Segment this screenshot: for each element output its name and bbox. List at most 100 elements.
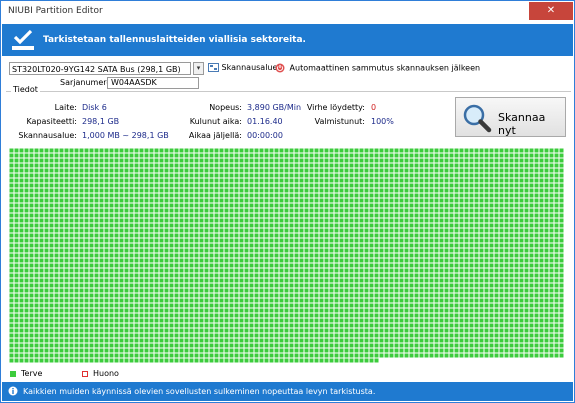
sector-cell xyxy=(339,278,344,283)
sector-cell xyxy=(449,223,454,228)
sector-cell xyxy=(104,218,109,223)
sector-cell xyxy=(534,233,539,238)
sector-cell xyxy=(259,223,264,228)
sector-cell xyxy=(514,293,519,298)
sector-cell xyxy=(309,268,314,273)
sector-cell xyxy=(199,183,204,188)
sector-cell xyxy=(34,218,39,223)
sector-cell xyxy=(84,268,89,273)
sector-cell xyxy=(454,243,459,248)
disk-select-dropdown[interactable]: ▾ xyxy=(193,62,204,75)
serial-number-field[interactable]: W04AASDK xyxy=(107,77,199,89)
sector-cell xyxy=(254,168,259,173)
sector-cell xyxy=(409,348,414,353)
sector-cell xyxy=(434,173,439,178)
sector-cell xyxy=(414,178,419,183)
sector-cell xyxy=(509,183,514,188)
sector-cell xyxy=(99,348,104,353)
sector-cell xyxy=(249,208,254,213)
sector-cell xyxy=(359,358,364,363)
sector-cell xyxy=(189,358,194,363)
sector-cell xyxy=(204,258,209,263)
sector-cell xyxy=(409,353,414,358)
sector-cell xyxy=(59,228,64,233)
sector-cell xyxy=(174,248,179,253)
sector-cell xyxy=(159,158,164,163)
sector-cell xyxy=(299,178,304,183)
sector-cell xyxy=(69,343,74,348)
sector-cell xyxy=(299,253,304,258)
sector-cell xyxy=(374,223,379,228)
sector-cell xyxy=(519,353,524,358)
auto-shutdown-option[interactable]: Automaattinen sammutus skannauksen jälke… xyxy=(275,63,480,73)
sector-cell xyxy=(434,258,439,263)
sector-cell xyxy=(444,238,449,243)
sector-cell xyxy=(534,228,539,233)
sector-cell xyxy=(294,158,299,163)
sector-cell xyxy=(339,318,344,323)
scan-now-button[interactable]: Skannaa nyt xyxy=(455,97,566,137)
sector-cell xyxy=(444,173,449,178)
sector-cell xyxy=(549,333,554,338)
sector-cell xyxy=(164,318,169,323)
sector-cell xyxy=(449,203,454,208)
sector-cell xyxy=(394,168,399,173)
sector-cell xyxy=(324,318,329,323)
sector-cell xyxy=(204,193,209,198)
sector-cell xyxy=(64,303,69,308)
sector-cell xyxy=(179,258,184,263)
sector-cell xyxy=(304,258,309,263)
sector-cell xyxy=(69,288,74,293)
sector-cell xyxy=(139,173,144,178)
sector-cell xyxy=(514,213,519,218)
sector-cell xyxy=(514,153,519,158)
sector-cell xyxy=(254,188,259,193)
sector-cell xyxy=(64,323,69,328)
sector-cell xyxy=(74,288,79,293)
sector-cell xyxy=(369,213,374,218)
sector-cell xyxy=(339,173,344,178)
sector-cell xyxy=(389,153,394,158)
sector-cell xyxy=(234,333,239,338)
sector-cell xyxy=(124,318,129,323)
scan-area-icon xyxy=(208,63,219,72)
sector-cell xyxy=(64,268,69,273)
sector-cell xyxy=(299,328,304,333)
scan-area-link[interactable]: Skannausalue xyxy=(208,63,277,72)
sector-cell xyxy=(159,278,164,283)
sector-cell xyxy=(99,198,104,203)
sector-cell xyxy=(219,223,224,228)
sector-cell xyxy=(279,248,284,253)
sector-cell xyxy=(399,223,404,228)
sector-cell xyxy=(219,273,224,278)
sector-cell xyxy=(494,168,499,173)
sector-cell xyxy=(289,173,294,178)
sector-cell xyxy=(349,278,354,283)
sector-cell xyxy=(274,218,279,223)
sector-cell xyxy=(424,168,429,173)
sector-cell xyxy=(129,268,134,273)
sector-cell xyxy=(94,238,99,243)
close-button[interactable]: ✕ xyxy=(529,2,573,20)
sector-cell xyxy=(554,343,559,348)
sector-cell xyxy=(194,198,199,203)
sector-cell xyxy=(304,308,309,313)
disk-select[interactable]: ST320LT020-9YG142 SATA Bus (298,1 GB) xyxy=(9,62,191,75)
sector-cell xyxy=(64,253,69,258)
sector-cell xyxy=(439,158,444,163)
sector-cell xyxy=(289,283,294,288)
sector-cell xyxy=(279,218,284,223)
sector-cell xyxy=(329,273,334,278)
sector-cell xyxy=(319,258,324,263)
sector-cell xyxy=(324,203,329,208)
sector-cell xyxy=(84,298,89,303)
sector-cell xyxy=(449,228,454,233)
sector-cell xyxy=(359,343,364,348)
sector-cell xyxy=(459,313,464,318)
sector-cell xyxy=(294,253,299,258)
sector-cell xyxy=(369,258,374,263)
sector-cell xyxy=(149,228,154,233)
sector-cell xyxy=(504,203,509,208)
sector-cell xyxy=(494,148,499,153)
sector-cell xyxy=(319,333,324,338)
